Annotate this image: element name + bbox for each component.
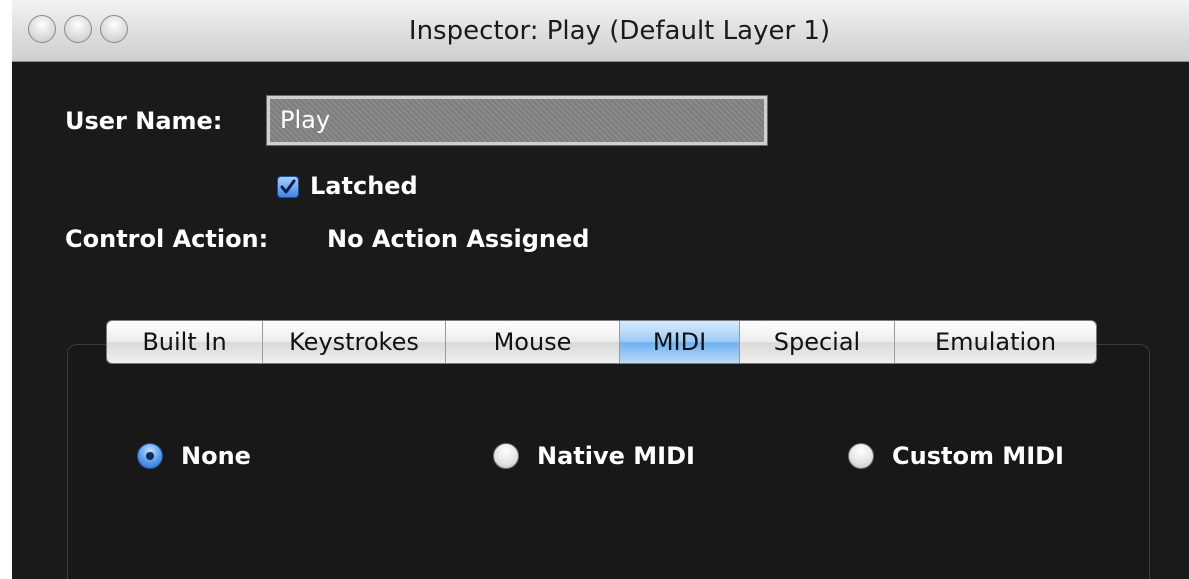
tab-emulation[interactable]: Emulation: [895, 321, 1096, 363]
radio-selected-dot: [146, 452, 154, 460]
radio-none[interactable]: [137, 443, 163, 469]
user-name-label: User Name:: [65, 107, 223, 135]
window-title: Inspector: Play (Default Layer 1): [408, 16, 831, 46]
control-action-value: No Action Assigned: [327, 225, 590, 253]
action-tabs: Built In Keystrokes Mouse MIDI Special E…: [106, 320, 1097, 364]
latched-label[interactable]: Latched: [310, 172, 418, 200]
control-action-label: Control Action:: [65, 225, 269, 253]
radio-none-label[interactable]: None: [181, 442, 251, 470]
user-name-field[interactable]: Play: [266, 95, 768, 146]
tab-special[interactable]: Special: [740, 321, 895, 363]
radio-native-midi[interactable]: [493, 443, 519, 469]
radio-custom-midi-label[interactable]: Custom MIDI: [892, 442, 1064, 470]
tab-built-in[interactable]: Built In: [107, 321, 263, 363]
radio-native-midi-label[interactable]: Native MIDI: [537, 442, 695, 470]
radio-custom-midi[interactable]: [848, 443, 874, 469]
title-bar[interactable]: Inspector: Play (Default Layer 1): [12, 0, 1189, 62]
checkmark-icon: [280, 179, 296, 194]
latched-checkbox[interactable]: [277, 176, 299, 198]
inspector-window: Inspector: Play (Default Layer 1) User N…: [12, 0, 1189, 579]
tab-mouse[interactable]: Mouse: [446, 321, 620, 363]
tab-midi[interactable]: MIDI: [620, 321, 740, 363]
tab-keystrokes[interactable]: Keystrokes: [263, 321, 446, 363]
